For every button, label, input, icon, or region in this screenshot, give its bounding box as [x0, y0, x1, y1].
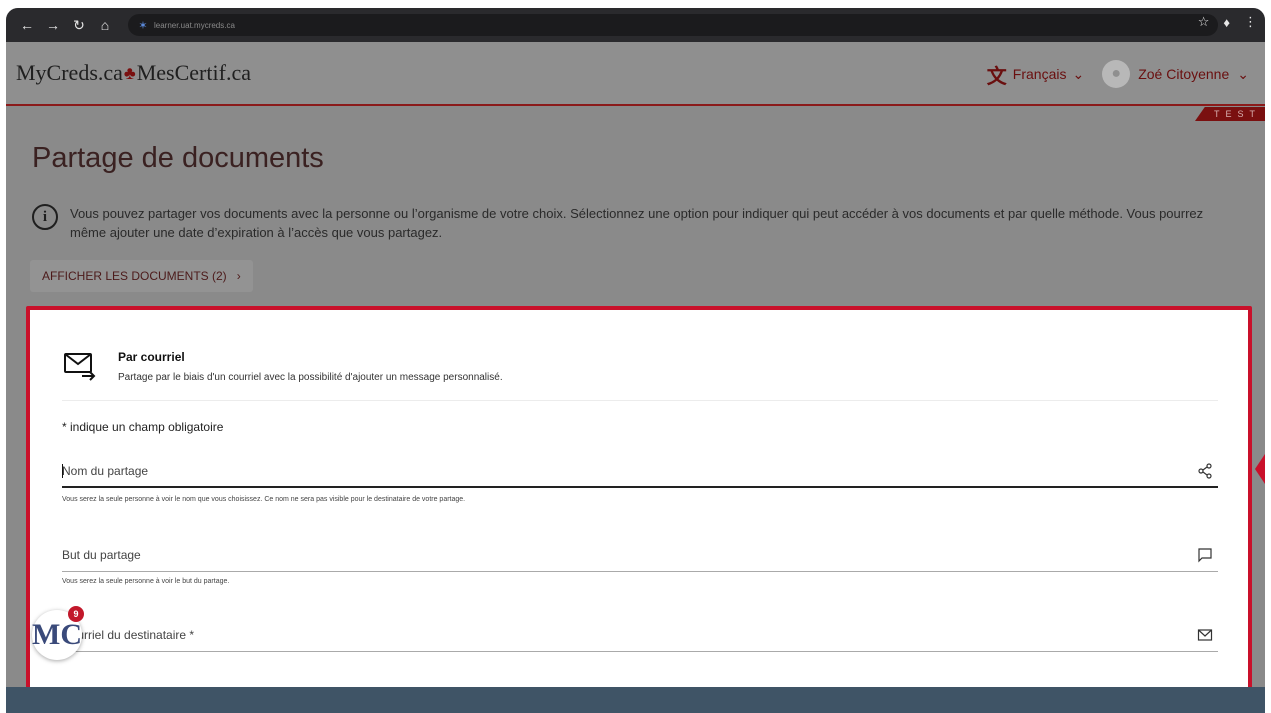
share-purpose-field[interactable]: But du partage: [62, 542, 1218, 572]
comment-icon: [1196, 546, 1214, 564]
browser-toolbar: ← → ↻ ⌂ ✶ learner.uat.mycreds.ca ☆ ♦ ⋮: [6, 8, 1265, 42]
share-icon: [1196, 462, 1214, 480]
browser-menu-icon[interactable]: ⋮: [1244, 14, 1257, 30]
arrow-right-icon[interactable]: →: [42, 14, 64, 36]
chevron-right-icon: ›: [236, 269, 241, 283]
user-menu[interactable]: ● Zoé Citoyenne ⌄: [1102, 60, 1249, 88]
user-name: Zoé Citoyenne: [1138, 66, 1230, 82]
env-test-tag: TEST: [1195, 107, 1265, 121]
footer-bar: [6, 687, 1265, 713]
side-panel-tab[interactable]: [1255, 454, 1265, 484]
notification-count-badge: 9: [68, 606, 84, 622]
mail-share-icon: [62, 348, 98, 384]
browser-window: ← → ↻ ⌂ ✶ learner.uat.mycreds.ca ☆ ♦ ⋮ M…: [6, 8, 1265, 713]
arrow-left-icon[interactable]: ←: [16, 14, 38, 36]
mail-icon: [1196, 626, 1214, 644]
site-logo[interactable]: MyCreds.ca ♣ MesCertif.ca: [16, 60, 251, 86]
card-body: Par courriel Partage par le biais d'un c…: [36, 316, 1242, 682]
info-icon: i: [32, 204, 58, 230]
reload-icon[interactable]: ↻: [68, 14, 90, 36]
home-icon[interactable]: ⌂: [94, 14, 116, 36]
page-title: Partage de documents: [32, 142, 324, 174]
bookmark-star-icon[interactable]: ☆: [1198, 14, 1210, 30]
info-text: Vous pouvez partager vos documents avec …: [70, 206, 1204, 240]
share-method-text: Par courriel Partage par le biais d'un c…: [118, 348, 503, 384]
info-banner: i Vous pouvez partager vos documents ave…: [32, 204, 1232, 242]
avatar: ●: [1102, 60, 1131, 88]
email-share-card: Par courriel Partage par le biais d'un c…: [26, 306, 1252, 692]
share-purpose-label: But du partage: [62, 548, 141, 562]
extensions-puzzle-icon[interactable]: ♦: [1223, 15, 1230, 30]
language-selector[interactable]: 文 Français ⌄: [987, 60, 1084, 89]
language-label: Français: [1012, 66, 1067, 82]
chevron-down-icon: ⌄: [1072, 65, 1085, 82]
site-icon: ✶: [138, 19, 148, 32]
show-documents-label: AFFICHER LES DOCUMENTS (2): [42, 269, 227, 283]
share-name-label: Nom du partage: [62, 464, 149, 478]
url-text: learner.uat.mycreds.ca: [154, 20, 235, 30]
share-name-field[interactable]: Nom du partage: [62, 458, 1218, 488]
header-controls: 文 Français ⌄ ● Zoé Citoyenne ⌄: [987, 42, 1249, 106]
browser-actions: ☆ ♦ ⋮: [1198, 14, 1257, 30]
logo-right: MesCertif.ca: [136, 60, 251, 85]
recipient-email-field[interactable]: Courriel du destinataire *: [62, 622, 1218, 652]
divider: [62, 400, 1218, 401]
required-note: * indique un champ obligatoire: [62, 420, 224, 434]
method-description: Partage par le biais d'un courriel avec …: [118, 372, 503, 383]
translate-icon: 文: [986, 65, 1007, 88]
app-header: MyCreds.ca ♣ MesCertif.ca 文 Français ⌄ ●…: [6, 42, 1265, 106]
method-title: Par courriel: [118, 350, 185, 364]
address-bar[interactable]: ✶ learner.uat.mycreds.ca: [128, 14, 1218, 36]
share-method: Par courriel Partage par le biais d'un c…: [62, 348, 503, 384]
share-purpose-help: Vous serez la seule personne à voir le b…: [62, 578, 230, 585]
logo-left: MyCreds.ca: [16, 60, 123, 85]
share-name-help: Vous serez la seule personne à voir le n…: [62, 496, 466, 503]
chevron-down-icon: ⌄: [1237, 65, 1249, 82]
maple-leaf-icon: ♣: [123, 62, 136, 83]
show-documents-button[interactable]: AFFICHER LES DOCUMENTS (2) ›: [30, 260, 253, 292]
